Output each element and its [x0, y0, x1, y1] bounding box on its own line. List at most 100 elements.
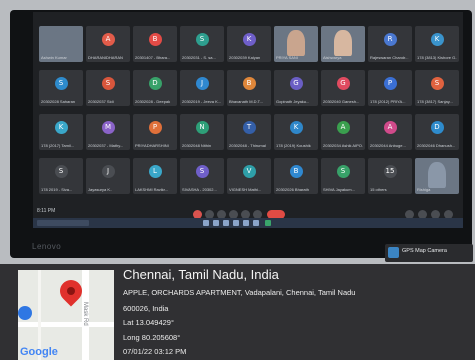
participant-name: VIGNESH Mathi... — [229, 187, 262, 192]
participant-name: 20302046 Dhanush... — [417, 143, 456, 148]
participant-tile[interactable]: B 20301407 - Bhara... — [133, 26, 177, 62]
participant-tile[interactable]: P 178 (2012) PRIYA... — [368, 70, 412, 106]
taskbar-app-icon[interactable] — [253, 220, 259, 226]
participant-avatar: B — [148, 33, 162, 46]
participant-tile[interactable]: 15 15 others — [368, 158, 412, 194]
participant-tile[interactable]: T 20302048 - Thirumal — [227, 114, 271, 150]
participant-name: 20302034 Ashik AIPO... — [323, 143, 363, 148]
participant-tile[interactable]: B 20302026 Bharath — [274, 158, 318, 194]
participant-avatar: R — [383, 33, 397, 46]
participant-tile[interactable]: S SIVASHA - 20302... — [180, 158, 224, 194]
location-datetime: 07/01/22 03:12 PM — [123, 347, 187, 356]
participant-avatar: B — [289, 165, 303, 178]
participant-name: SIVASHA - 20302... — [182, 187, 217, 192]
participant-tile[interactable]: S 178 2019 - Siva... — [39, 158, 83, 194]
participant-tile[interactable]: PRIYA SANI — [274, 26, 318, 62]
participant-avatar: N — [195, 121, 209, 134]
taskbar-app-icon[interactable] — [243, 220, 249, 226]
participant-avatar: S — [336, 165, 350, 178]
participant-name: 20301407 - Bhara... — [135, 55, 171, 60]
map-location-marker-icon — [18, 306, 32, 320]
participant-tile[interactable]: D 20302028 - Deepak — [133, 70, 177, 106]
meeting-clock: 8:11 PM — [37, 208, 56, 214]
participant-name: 178 (2019) Koushik — [276, 143, 311, 148]
participant-avatar: L — [148, 165, 162, 178]
participant-tile[interactable]: K 178 (2017) Tamil... — [39, 114, 83, 150]
participant-tile[interactable]: D 20302046 Dhanush... — [415, 114, 459, 150]
participant-avatar: S — [195, 165, 209, 178]
participant-tile[interactable]: R Rajeswaran Chandr... — [368, 26, 412, 62]
participant-name: LAKSHMI Ravikr... — [135, 187, 169, 192]
gps-map-camera-badge: GPS Map Camera — [385, 244, 473, 262]
participant-name: Aishwarya — [323, 55, 342, 60]
participant-tile[interactable]: S 20302037 Sidi — [86, 70, 130, 106]
participant-name: 20302040 Ganesh... — [323, 99, 360, 104]
participant-avatar: T — [242, 121, 256, 134]
participant-avatar: M — [101, 121, 115, 134]
meeting-window: Rishiga 15 15 others S SHIVA Jayakum... B 2030… — [33, 12, 463, 219]
participant-name: DHARANIDHARAN — [88, 55, 123, 60]
participant-avatar: V — [242, 165, 256, 178]
participant-name: 20302039 Kalyan — [229, 55, 261, 60]
location-latitude: Lat 13.049429° — [123, 318, 174, 327]
participant-name: 20302048 - Thirumal — [229, 143, 266, 148]
participant-tile[interactable]: S SHIVA Jayakum... — [321, 158, 365, 194]
participant-avatar: S — [54, 165, 68, 178]
laptop-brand: Lenovo — [32, 242, 62, 251]
participant-avatar: 15 — [383, 165, 397, 178]
map-road — [18, 322, 114, 327]
participant-tile[interactable]: A 20302044 Anbuge... — [368, 114, 412, 150]
participant-name: Ashwin Kumar — [41, 55, 67, 60]
gps-badge-label: GPS Map Camera — [402, 248, 447, 254]
participant-tile[interactable]: K 20302039 Kalyan — [227, 26, 271, 62]
participant-avatar: B — [242, 77, 256, 90]
participant-tile[interactable]: N 20302048 Nithin — [180, 114, 224, 150]
participant-name: 20302048 Nithin — [182, 143, 212, 148]
participant-tile[interactable]: Rishiga — [415, 158, 459, 194]
participant-tile[interactable]: Ashwin Kumar — [39, 26, 83, 62]
participant-avatar: A — [383, 121, 397, 134]
participant-tile[interactable]: K 178 (3813) Kishore G... — [415, 26, 459, 62]
participant-tile[interactable]: A DHARANIDHARAN — [86, 26, 130, 62]
participant-name: 20302031 - S. sa... — [182, 55, 216, 60]
participant-tile[interactable]: S 20302028 Saharan — [39, 70, 83, 106]
taskbar-app-icon[interactable] — [213, 220, 219, 226]
participant-name: 20302044 Anbuge... — [370, 143, 406, 148]
participant-avatar: D — [148, 77, 162, 90]
participant-avatar: J — [195, 77, 209, 90]
taskbar-app-icon[interactable] — [233, 220, 239, 226]
taskbar-app-icon[interactable] — [203, 220, 209, 226]
participant-avatar: S — [195, 33, 209, 46]
taskbar-search[interactable] — [37, 220, 89, 226]
participant-avatar: K — [54, 121, 68, 134]
participant-avatar: K — [289, 121, 303, 134]
photo-frame: Rishiga 15 15 others S SHIVA Jayakum... B 2030… — [0, 0, 475, 360]
participant-tile[interactable]: J Jayasurya K.. — [86, 158, 130, 194]
participant-name: Rajeswaran Chandr... — [370, 55, 409, 60]
participant-tile[interactable]: B Bhavanath M.D.T... — [227, 70, 271, 106]
participant-avatar: P — [383, 77, 397, 90]
participant-tile[interactable]: G 20302040 Ganesh... — [321, 70, 365, 106]
participant-tile[interactable]: A 20302034 Ashik AIPO... — [321, 114, 365, 150]
participant-name: 178 (2012) PRIYA... — [370, 99, 406, 104]
participant-name: 178 (3813) Kishore G... — [417, 55, 457, 60]
participant-avatar: P — [148, 121, 162, 134]
location-city: Chennai, Tamil Nadu, India — [123, 267, 279, 282]
taskbar-app-icon[interactable] — [223, 220, 229, 226]
location-address: APPLE, ORCHARDS APARTMENT, Vadapalani, C… — [123, 288, 356, 297]
participant-tile[interactable]: J 20302019 - Jeeva K... — [180, 70, 224, 106]
participant-video — [287, 30, 305, 56]
participant-name: 20302028 Saharan — [41, 99, 76, 104]
chrome-icon[interactable] — [265, 220, 271, 226]
participant-tile[interactable]: K 178 (2019) Koushik — [274, 114, 318, 150]
participant-tile[interactable]: S 20302031 - S. sa... — [180, 26, 224, 62]
participant-tile[interactable]: S 178 (3817) Sanjay... — [415, 70, 459, 106]
participant-tile[interactable]: L LAKSHMI Ravikr... — [133, 158, 177, 194]
participant-name: Jayasurya K.. — [88, 187, 113, 192]
participant-tile[interactable]: M 20302037 - Mathy... — [86, 114, 130, 150]
participant-tile[interactable]: V VIGNESH Mathi... — [227, 158, 271, 194]
participant-tile[interactable]: G Gopinath Jeyaku... — [274, 70, 318, 106]
map-provider-logo: Google — [20, 346, 58, 358]
participant-tile[interactable]: P PRIYADHARSHINI — [133, 114, 177, 150]
participant-tile[interactable]: Aishwarya — [321, 26, 365, 62]
